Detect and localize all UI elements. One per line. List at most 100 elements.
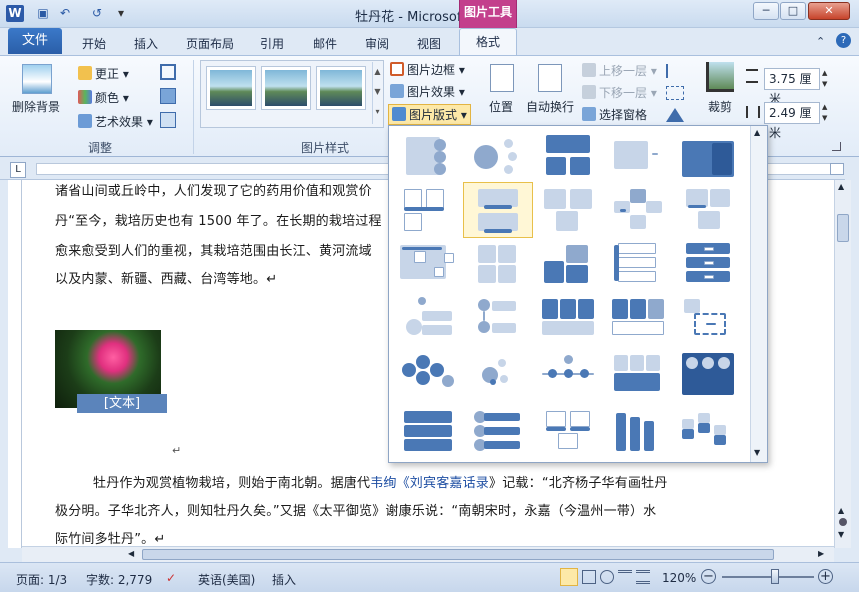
layout-option[interactable] — [607, 130, 667, 180]
width-spinner-icon[interactable]: ▲ ▼ — [822, 102, 834, 124]
tab-references[interactable]: 引用 — [252, 33, 292, 55]
layout-option[interactable] — [467, 130, 527, 180]
gallery-scrollbar[interactable]: ▲ ▼ — [750, 126, 767, 462]
layout-option[interactable] — [677, 238, 737, 288]
citation-link[interactable]: 韦绚《刘宾客嘉话录 — [370, 476, 489, 491]
crop-button[interactable]: 裁剪 — [708, 98, 732, 115]
tab-home[interactable]: 开始 — [74, 33, 114, 55]
layout-option[interactable] — [397, 406, 457, 456]
layout-option[interactable] — [397, 184, 457, 234]
prev-page-icon[interactable]: ▲ — [838, 506, 844, 515]
scroll-thumb[interactable] — [837, 214, 849, 242]
print-layout-view-icon[interactable] — [560, 568, 578, 586]
next-page-icon[interactable]: ▼ — [838, 530, 844, 539]
scroll-left-icon[interactable]: ◀ — [128, 549, 134, 558]
zoom-in-icon[interactable]: + — [818, 569, 833, 584]
layout-option[interactable] — [677, 292, 737, 342]
tab-insert[interactable]: 插入 — [126, 33, 166, 55]
wrap-text-icon[interactable] — [538, 64, 562, 92]
zoom-level[interactable]: 120% — [662, 571, 696, 585]
layout-option[interactable] — [607, 292, 667, 342]
web-layout-view-icon[interactable] — [600, 570, 614, 584]
hscroll-thumb[interactable] — [142, 549, 774, 560]
remove-background-button[interactable]: 删除背景 — [12, 98, 60, 115]
change-picture-icon[interactable] — [160, 88, 176, 104]
bring-forward-button[interactable]: 上移一层 ▾ — [582, 62, 657, 79]
layout-option[interactable] — [607, 348, 667, 398]
page-count[interactable]: 页面: 1/3 — [16, 571, 67, 588]
layout-option[interactable] — [397, 238, 457, 288]
artistic-effects-button[interactable]: 艺术效果 ▾ — [78, 113, 153, 130]
layout-option[interactable] — [537, 130, 597, 180]
view-ruler-icon[interactable] — [830, 163, 844, 175]
layout-option[interactable] — [397, 348, 457, 398]
draft-view-icon[interactable] — [636, 570, 650, 584]
layout-option[interactable] — [537, 292, 597, 342]
width-input[interactable]: 2.49 厘米 — [764, 102, 820, 140]
layout-option-selected[interactable] — [463, 182, 533, 238]
crop-icon[interactable] — [706, 62, 734, 92]
position-button[interactable]: 位置 — [489, 98, 513, 115]
remove-background-icon[interactable] — [22, 64, 52, 94]
scroll-up-icon[interactable]: ▲ — [838, 182, 844, 191]
picture-style-1[interactable] — [206, 66, 256, 110]
picture-border-button[interactable]: 图片边框 ▾ — [390, 61, 465, 78]
layout-option[interactable] — [607, 406, 667, 456]
selection-pane-button[interactable]: 选择窗格 — [582, 106, 647, 123]
word-count[interactable]: 字数: 2,779 — [86, 571, 152, 588]
wrap-text-button[interactable]: 自动换行 — [526, 98, 574, 115]
send-backward-button[interactable]: 下移一层 ▾ — [582, 84, 657, 101]
layout-option[interactable] — [677, 406, 737, 456]
layout-option[interactable] — [397, 292, 457, 342]
size-dialog-launcher-icon[interactable] — [832, 142, 841, 151]
layout-option[interactable] — [607, 184, 667, 234]
gallery-scroll-down-icon[interactable]: ▼ — [754, 448, 760, 457]
layout-option[interactable] — [537, 184, 597, 234]
layout-option[interactable] — [537, 348, 597, 398]
tab-selector-icon[interactable]: L — [10, 162, 26, 178]
smartart-caption-box[interactable]: [文本] — [77, 394, 167, 413]
picture-layout-gallery[interactable]: ▲ ▼ — [388, 125, 768, 463]
outline-view-icon[interactable] — [618, 570, 632, 584]
layout-option[interactable] — [467, 292, 527, 342]
ribbon-minimize-icon[interactable]: ⌃ — [816, 35, 825, 48]
gallery-scroll-up-icon[interactable]: ▲ — [754, 128, 760, 137]
gallery-scroll-icon[interactable]: ▲ ▼ ▾ — [372, 62, 382, 124]
reset-picture-icon[interactable] — [160, 112, 176, 128]
layout-option[interactable] — [467, 406, 527, 456]
layout-option[interactable] — [537, 406, 597, 456]
browse-object-icon[interactable] — [839, 518, 847, 526]
zoom-out-icon[interactable]: − — [701, 569, 716, 584]
tab-review[interactable]: 审阅 — [357, 33, 397, 55]
insert-mode[interactable]: 插入 — [272, 571, 296, 588]
close-button[interactable]: ✕ — [808, 2, 850, 20]
layout-option[interactable] — [467, 348, 527, 398]
horizontal-scrollbar[interactable]: ◀ ▶ — [22, 546, 834, 562]
picture-layout-button[interactable]: 图片版式 ▾ — [388, 104, 471, 125]
language-indicator[interactable]: 英语(美国) — [198, 571, 255, 588]
layout-option[interactable] — [677, 184, 737, 234]
tab-format[interactable]: 格式 — [459, 28, 517, 56]
layout-option[interactable] — [607, 238, 667, 288]
tab-file[interactable]: 文件 — [8, 28, 62, 54]
scroll-right-icon[interactable]: ▶ — [818, 549, 824, 558]
help-icon[interactable]: ? — [836, 33, 851, 48]
layout-option[interactable] — [537, 238, 597, 288]
proofing-icon[interactable]: ✓ — [166, 571, 176, 585]
height-spinner-icon[interactable]: ▲ ▼ — [822, 68, 834, 90]
full-screen-view-icon[interactable] — [582, 570, 596, 584]
tab-mailings[interactable]: 邮件 — [305, 33, 345, 55]
align-icon[interactable] — [666, 64, 684, 78]
picture-effects-button[interactable]: 图片效果 ▾ — [390, 83, 465, 100]
color-button[interactable]: 颜色 ▾ — [78, 89, 129, 106]
compress-pictures-icon[interactable] — [160, 64, 176, 80]
height-input[interactable]: 3.75 厘米 — [764, 68, 820, 106]
tab-view[interactable]: 视图 — [409, 33, 449, 55]
group-icon[interactable] — [666, 86, 684, 100]
layout-option[interactable] — [677, 348, 737, 398]
corrections-button[interactable]: 更正 ▾ — [78, 65, 129, 82]
minimize-button[interactable]: ─ — [753, 2, 779, 20]
zoom-slider-track[interactable] — [722, 576, 814, 578]
zoom-slider-thumb[interactable] — [771, 569, 779, 584]
picture-style-2[interactable] — [261, 66, 311, 110]
